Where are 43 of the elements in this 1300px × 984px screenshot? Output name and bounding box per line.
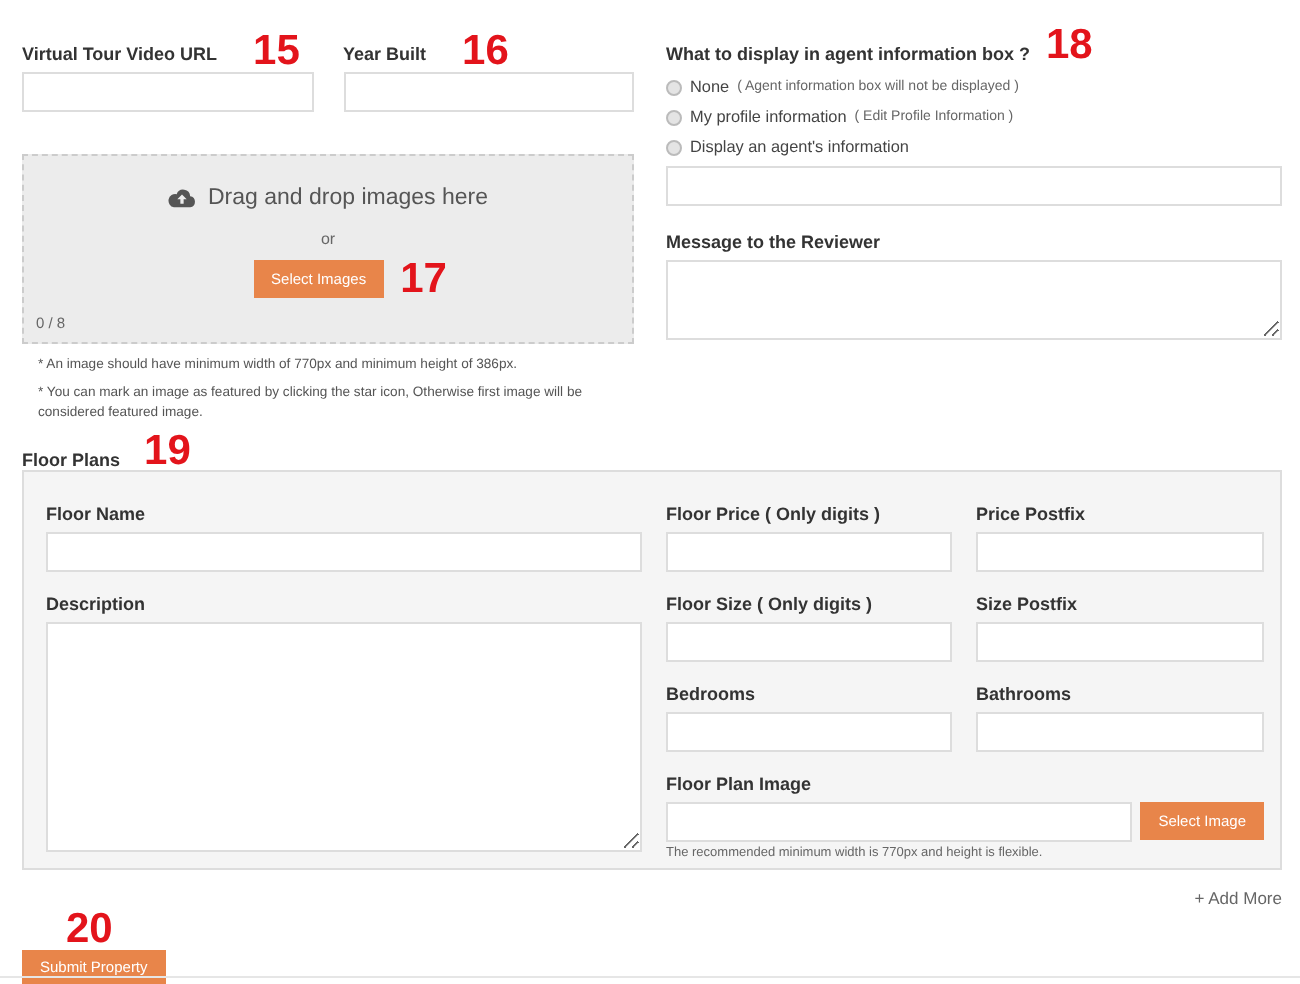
text-input[interactable] <box>666 531 952 571</box>
section-title: Floor Plans <box>22 449 121 469</box>
field-label: Size Postfix <box>976 593 1078 613</box>
field-label: Virtual Tour Video URL <box>22 44 218 64</box>
callout-number: 16 <box>462 34 509 70</box>
text-input[interactable] <box>666 621 952 661</box>
field-label: Floor Size ( Only digits ) <box>666 593 873 613</box>
text-input[interactable] <box>976 531 1264 571</box>
callout-number: 15 <box>253 34 300 70</box>
field-label: Floor Plan Image <box>666 771 814 793</box>
callout-number: 19 <box>144 433 191 469</box>
field-label: Bathrooms <box>976 683 1072 703</box>
field-label: Description <box>46 591 148 613</box>
text-input[interactable] <box>666 711 952 751</box>
drop-prompt: Drag and drop images here <box>208 186 488 210</box>
callout-number: 20 <box>66 911 113 947</box>
text-input[interactable] <box>976 621 1264 661</box>
option-label: None <box>690 78 730 96</box>
text-input[interactable] <box>22 72 313 112</box>
field-label: Message to the Reviewer <box>666 232 883 252</box>
field-label: What to display in agent information box ? <box>666 44 1030 64</box>
radio-button[interactable] <box>666 139 682 155</box>
callout-number: 18 <box>1046 28 1093 64</box>
text-input[interactable] <box>666 801 1133 841</box>
field-label: Year Built <box>343 44 427 64</box>
add-more-link[interactable]: + Add More <box>1194 887 1282 911</box>
field-label: Floor Price ( Only digits ) <box>666 503 881 523</box>
option-label: Display an agent's information <box>690 138 909 156</box>
text-input[interactable] <box>666 166 1282 206</box>
callout-number: 17 <box>400 261 447 297</box>
text-area[interactable] <box>666 260 1282 340</box>
option-label: My profile information <box>690 108 847 126</box>
radio-button[interactable] <box>666 109 682 125</box>
radio-button[interactable] <box>666 79 682 95</box>
text-input[interactable] <box>343 72 634 112</box>
field-label: Bedrooms <box>666 683 756 703</box>
field-label: Price Postfix <box>976 503 1086 523</box>
or-text: or <box>320 230 336 248</box>
text-input[interactable] <box>976 711 1264 751</box>
text-input[interactable] <box>46 531 642 571</box>
cloud-upload-icon <box>168 188 196 208</box>
text-area[interactable] <box>46 621 642 851</box>
field-label: Floor Name <box>46 503 146 523</box>
